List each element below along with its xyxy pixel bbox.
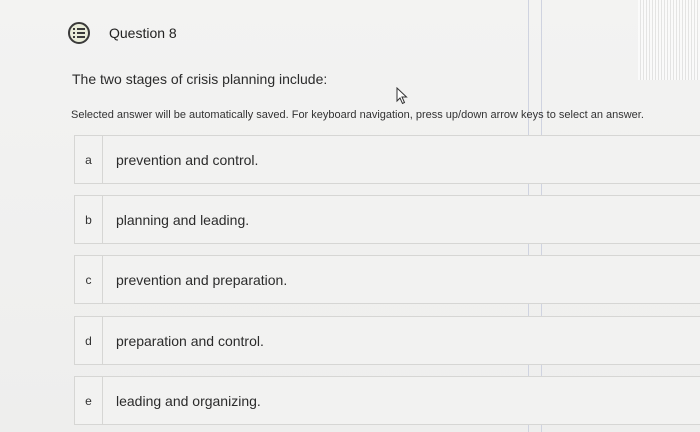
question-header: Question 8 [68, 22, 177, 44]
option-text: prevention and control. [116, 151, 259, 168]
option-letter: d [75, 317, 103, 364]
question-list-icon[interactable] [68, 22, 90, 44]
answer-option-a[interactable]: a prevention and control. [74, 135, 700, 184]
option-text: planning and leading. [116, 211, 250, 228]
mouse-pointer-icon [396, 86, 408, 110]
option-text: preparation and control. [116, 332, 264, 349]
question-prompt: The two stages of crisis planning includ… [72, 71, 328, 87]
answer-option-e[interactable]: e leading and organizing. [74, 376, 700, 425]
answer-option-d[interactable]: d preparation and control. [74, 316, 700, 365]
option-text: prevention and preparation. [116, 271, 288, 288]
answer-instructions: Selected answer will be automatically sa… [71, 109, 644, 121]
option-letter: c [75, 256, 103, 303]
page: Question 8 The two stages of crisis plan… [0, 0, 700, 432]
option-text: leading and organizing. [116, 392, 261, 409]
option-letter: b [75, 196, 103, 243]
answer-option-b[interactable]: b planning and leading. [74, 195, 700, 244]
answer-option-c[interactable]: c prevention and preparation. [74, 255, 700, 304]
option-letter: a [75, 136, 103, 183]
option-letter: e [75, 377, 103, 424]
question-title: Question 8 [109, 25, 177, 41]
edge-artifact [638, 0, 700, 80]
